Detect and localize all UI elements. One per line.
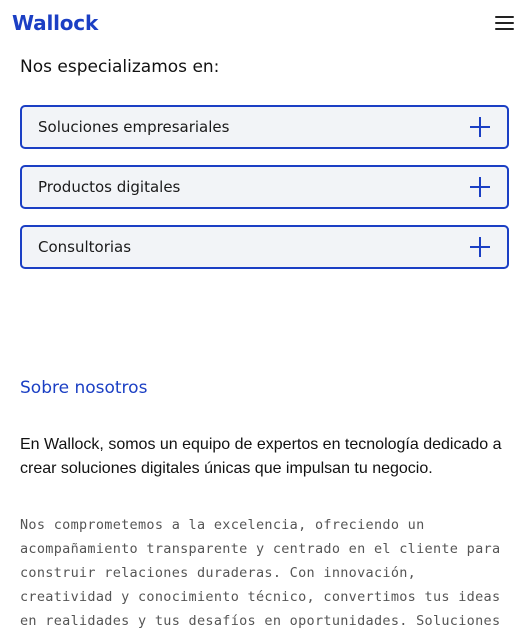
accordion-item-consultorias[interactable]: Consultorias [20,225,509,269]
page: Wallock Nos especializamos en: Solucione… [0,0,529,630]
accordion-item-label: Productos digitales [38,178,181,196]
accordion-item-productos-digitales[interactable]: Productos digitales [20,165,509,209]
about-title: Sobre nosotros [20,378,148,398]
accordion-item-label: Consultorias [38,238,132,256]
accordion-item-label: Soluciones empresariales [38,118,230,136]
plus-icon [470,237,490,257]
accordion-item-soluciones-empresariales[interactable]: Soluciones empresariales [20,105,509,149]
plus-icon [470,117,490,137]
plus-icon [470,177,490,197]
specialties-title: Nos especializamos en: [20,57,220,77]
logo[interactable]: Wallock [12,9,98,37]
about-lead-text: En Wallock, somos un equipo de expertos … [20,436,502,477]
about-body-text: Nos comprometemos a la excelencia, ofrec… [20,517,501,629]
header: Wallock [0,0,529,46]
hamburger-menu-icon[interactable] [493,14,515,32]
